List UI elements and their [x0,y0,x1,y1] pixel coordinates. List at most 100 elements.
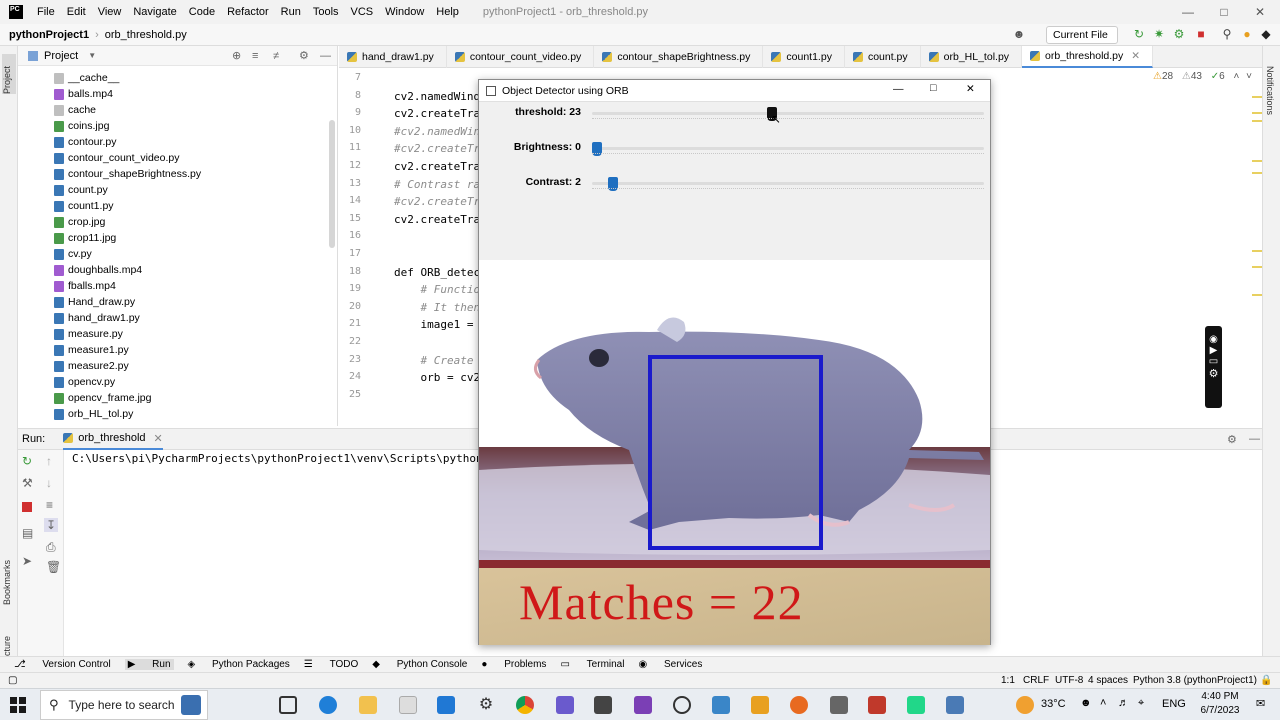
scroll-to-end-icon[interactable]: ↧ [44,518,59,532]
chevron-down-icon[interactable]: ▼ [88,51,96,60]
run-tool-tab[interactable]: ▶ Run [124,659,174,670]
visual-studio-icon[interactable] [634,696,652,714]
tree-item[interactable]: crop11.jpg [54,230,116,246]
arrow-down-icon[interactable]: ↓ [46,476,52,490]
stop-icon[interactable] [22,502,32,512]
tree-item[interactable]: contour_shapeBrightness.py [54,166,201,182]
caret-position[interactable]: 1:1 [1001,675,1015,686]
opencv-window-titlebar[interactable]: Object Detector using ORB — □ ✕ [479,80,990,102]
search-icon[interactable]: ⚲ [1220,27,1234,41]
tree-item[interactable]: coins.jpg [54,118,109,134]
services-tab[interactable]: ◉ Services [638,659,702,670]
line-separator[interactable]: CRLF [1023,675,1049,686]
tree-item[interactable]: measure.py [54,326,123,342]
run-tab[interactable]: orb_threshold ✕ [63,428,163,450]
project-panel-title[interactable]: Project [44,50,78,62]
menu-navigate[interactable]: Navigate [127,0,182,24]
pycharm-taskbar-icon[interactable] [907,696,925,714]
gear-icon[interactable]: ⚙ [1227,433,1237,446]
language-indicator[interactable]: ENG [1162,698,1186,710]
ocr-app-icon[interactable] [594,696,612,714]
camera-widget[interactable]: ◉ ▶ ▭ ⚙ [1205,326,1222,408]
tree-item[interactable]: measure1.py [54,342,129,358]
tree-item[interactable]: count1.py [54,198,114,214]
menu-refactor[interactable]: Refactor [221,0,275,24]
arrow-up-icon[interactable]: ↑ [46,454,52,468]
trackbar-brightness-track[interactable] [592,142,984,156]
weather-icon[interactable] [1016,696,1034,714]
lock-icon[interactable]: 🔒 [1260,675,1272,686]
camera-app-icon[interactable] [830,696,848,714]
trackbar-threshold-track[interactable] [592,107,984,121]
bookmarks-tool-label[interactable]: Bookmarks [2,560,12,605]
python-window-icon[interactable] [946,696,964,714]
task-view-icon[interactable] [279,696,297,714]
tree-item[interactable]: hand_draw1.py [54,310,140,326]
problems-tab[interactable]: ● Problems [481,659,546,670]
settings-icon[interactable]: ⚙ [477,696,495,714]
speaker-icon[interactable]: ♬ [1118,697,1129,709]
notifications-tool-label[interactable]: Notifications [1265,66,1275,115]
tree-item[interactable]: Hand_draw.py [54,294,135,310]
console-output[interactable]: C:\Users\pi\PycharmProjects\pythonProjec… [72,452,489,465]
wrench-icon[interactable]: ⚒ [22,476,33,490]
trackbar-contrast-thumb[interactable] [607,177,618,191]
menu-vcs[interactable]: VCS [345,0,380,24]
people-icon[interactable]: ☻ [1080,697,1092,709]
close-icon[interactable]: ✕ [1242,0,1278,24]
tree-item[interactable]: __cache__ [54,70,119,86]
breadcrumb-project[interactable]: pythonProject1 [0,29,95,41]
python-interpreter[interactable]: Python 3.8 (pythonProject1) [1133,675,1257,686]
pin-icon[interactable]: ➤ [22,554,32,568]
indent-setting[interactable]: 4 spaces [1088,675,1128,686]
clock-date[interactable]: 6/7/2023 [1196,705,1244,716]
taskbar-search[interactable]: ⚲ Type here to search [40,690,208,720]
tree-item[interactable]: cache [54,102,96,118]
close-icon[interactable]: ✕ [966,83,975,95]
tree-item[interactable]: balls.mp4 [54,86,113,102]
network-icon[interactable]: ⌖ [1138,697,1144,710]
store-icon[interactable] [399,696,417,714]
trackbar-contrast-track[interactable] [592,177,984,191]
tree-item[interactable]: contour.py [54,134,116,150]
close-tab-icon[interactable]: ✕ [1131,45,1140,67]
coverage-icon[interactable]: ⚙ [1172,27,1186,41]
project-tool-label[interactable]: Project [2,54,16,94]
tree-item[interactable]: measure2.py [54,358,129,374]
chevron-down-icon[interactable]: ˅ [1246,71,1252,82]
menu-edit[interactable]: Edit [61,0,92,24]
user-icon[interactable]: ☻ [1012,27,1026,41]
menu-file[interactable]: File [31,0,61,24]
tab-count1[interactable]: count1.py [763,46,845,68]
expand-all-icon[interactable]: ≡ [252,50,258,62]
app-icon[interactable] [868,696,886,714]
tab-hand-draw1[interactable]: hand_draw1.py [339,46,447,68]
weather-temp[interactable]: 33°C [1041,698,1066,710]
minimize-icon[interactable]: — [1170,0,1206,24]
todo-tab[interactable]: ☰ TODO [304,659,358,670]
tree-item[interactable]: cv.py [54,246,92,262]
update-icon[interactable]: ● [1240,27,1254,41]
tree-item[interactable]: count.py [54,182,108,198]
mail-icon[interactable] [437,696,455,714]
python-console-tab[interactable]: ◆ Python Console [372,659,467,670]
trash-icon[interactable]: 🗑 [46,560,61,574]
trackbar-brightness-thumb[interactable] [592,142,602,156]
terminal-tab[interactable]: ▭ Terminal [560,659,624,670]
minimize-icon[interactable]: — [893,83,904,95]
chevron-up-icon[interactable]: ˄ [1233,71,1239,82]
menu-help[interactable]: Help [430,0,465,24]
tree-item[interactable]: opencv.py [54,374,115,390]
app-icon[interactable] [556,696,574,714]
layout-icon[interactable]: ▤ [22,526,33,540]
locate-icon[interactable]: ⊕ [232,49,241,62]
python-idle-icon[interactable] [712,696,730,714]
tab-contour-shapebrightness[interactable]: contour_shapeBrightness.py [594,46,764,68]
debug-icon[interactable]: ✷ [1152,27,1166,41]
camera-icon[interactable]: ◉ [1205,334,1222,345]
tab-orb-threshold[interactable]: orb_threshold.py ✕ [1022,45,1154,68]
close-tab-icon[interactable]: ✕ [154,432,163,445]
hide-icon[interactable]: — [320,50,331,62]
run-config-select[interactable]: Current File ▼ [1046,26,1118,56]
python-packages-tab[interactable]: ◈ Python Packages [188,659,290,670]
